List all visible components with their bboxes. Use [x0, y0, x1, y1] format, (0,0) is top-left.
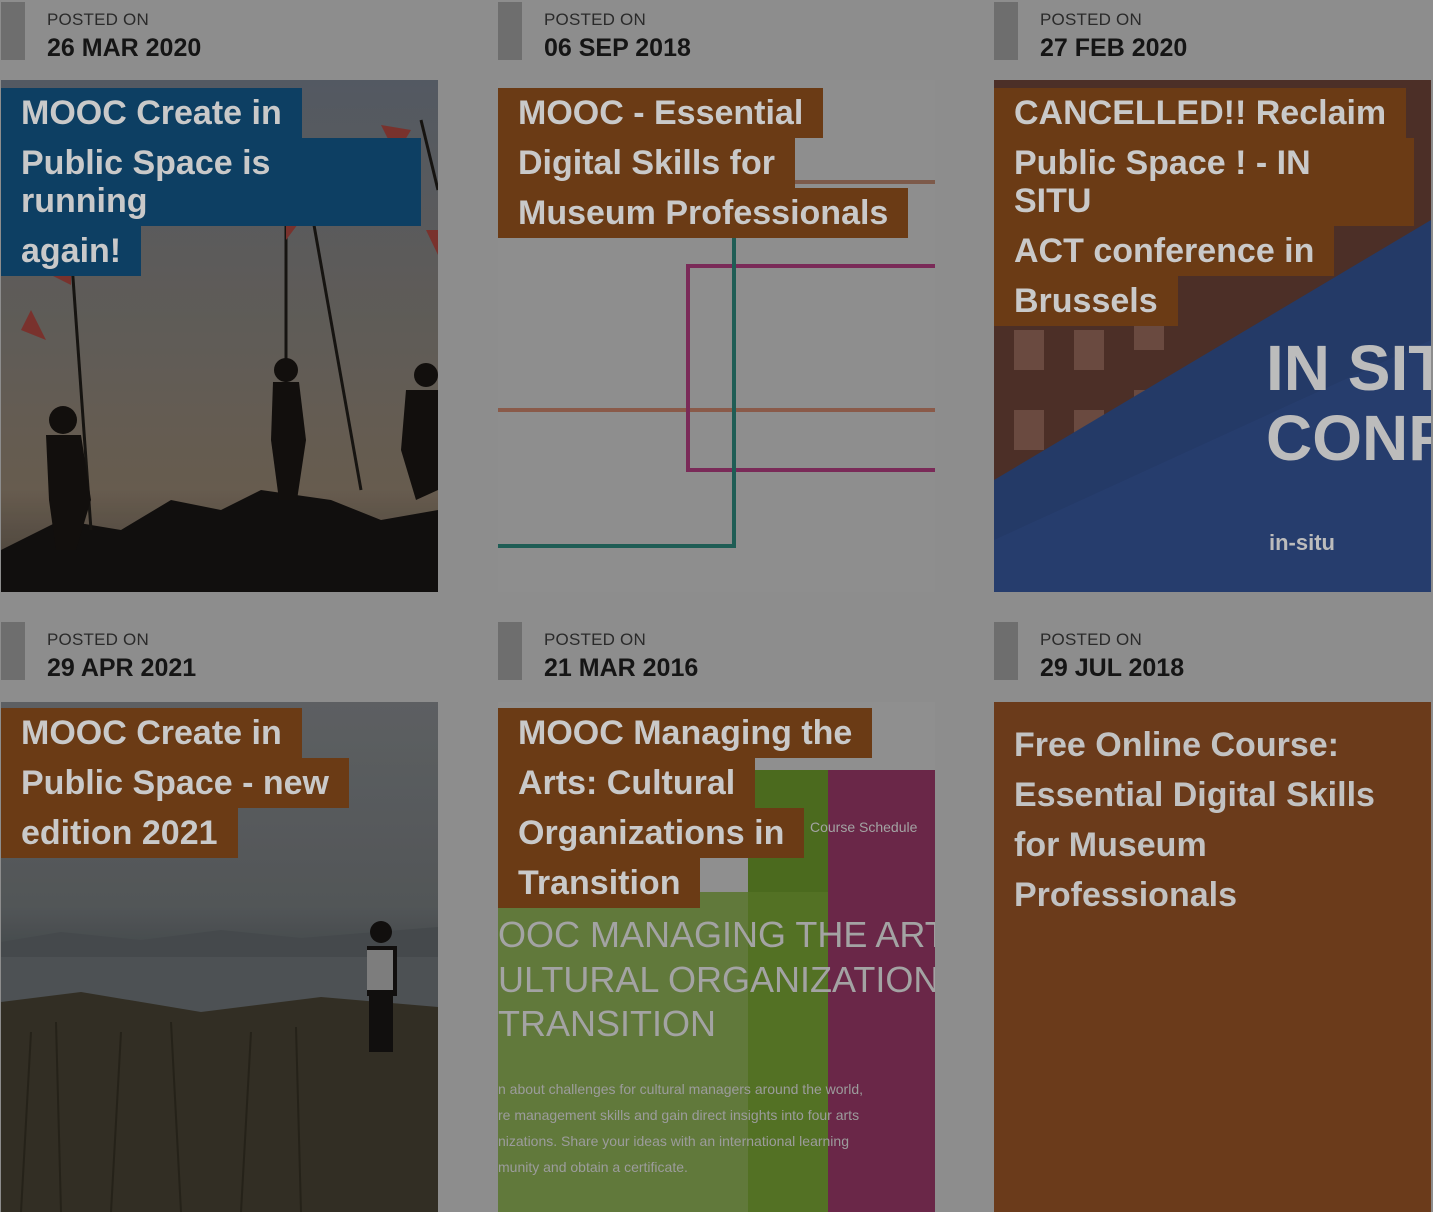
post-title-line: for Museum	[1014, 826, 1207, 864]
image-heading-text: CONF	[1266, 402, 1431, 474]
post-title-line: ACT conference in	[994, 226, 1335, 276]
post-title-line: Public Space is running	[1, 138, 421, 226]
post-title-line: Public Space - new	[1, 758, 349, 808]
post-title[interactable]: MOOC Create in Public Space - new editio…	[1, 708, 421, 858]
image-body-line: n about challenges for cultural managers…	[498, 1081, 863, 1097]
date-accent-bar	[994, 622, 1018, 680]
post-title-line: Digital Skills for	[498, 138, 795, 188]
post-title-line: Essential Digital Skills	[1014, 776, 1375, 814]
image-body-line: munity and obtain a certificate.	[498, 1159, 688, 1175]
post-date: 06 SEP 2018	[544, 34, 691, 62]
posted-on-label: POSTED ON	[47, 630, 149, 649]
post-title-line: MOOC Create in	[1, 708, 302, 758]
post-card[interactable]: POSTED ON 06 SEP 2018 MOOC - Essential D…	[498, 0, 935, 592]
posted-on-label: POSTED ON	[1040, 10, 1142, 29]
post-title-line: Free Online Course:	[1014, 726, 1339, 764]
post-title[interactable]: MOOC Create in Public Space is running a…	[1, 88, 421, 276]
post-card[interactable]: POSTED ON 27 FEB 2020 IN SIT CONF in-sit…	[994, 0, 1431, 592]
post-card[interactable]: POSTED ON 26 MAR 2020 MOOC Create in Pub…	[1, 0, 438, 592]
post-title[interactable]: MOOC - Essential Digital Skills for Muse…	[498, 88, 918, 238]
post-card[interactable]: POSTED ON 29 APR 2021 MOOC Create in Pub…	[1, 620, 438, 1212]
post-card[interactable]: POSTED ON 21 MAR 2016 Course Schedule OO…	[498, 620, 935, 1212]
post-title-line: edition 2021	[1, 808, 238, 858]
post-image[interactable]: Free Online Course: Essential Digital Sk…	[994, 702, 1431, 1212]
post-title-line: Transition	[498, 858, 701, 908]
posted-on-label: POSTED ON	[1040, 630, 1142, 649]
post-title[interactable]: Free Online Course: Essential Digital Sk…	[1014, 720, 1375, 920]
post-title-line: MOOC Managing the	[498, 708, 873, 758]
posted-on-label: POSTED ON	[47, 10, 149, 29]
post-date: 21 MAR 2016	[544, 654, 699, 682]
post-title[interactable]: MOOC Managing the Arts: Cultural Organiz…	[498, 708, 918, 908]
posted-on-label: POSTED ON	[544, 630, 646, 649]
post-date: 27 FEB 2020	[1040, 34, 1188, 62]
date-accent-bar	[498, 622, 522, 680]
image-heading-line: ULTURAL ORGANIZATIONS	[498, 959, 935, 1000]
date-accent-bar	[498, 2, 522, 60]
post-title-line: MOOC Create in	[1, 88, 302, 138]
post-title[interactable]: CANCELLED!! Reclaim Public Space ! - IN …	[994, 88, 1414, 326]
post-title-line: CANCELLED!! Reclaim	[994, 88, 1407, 138]
image-heading-text: IN SIT	[1266, 332, 1431, 404]
date-accent-bar	[1, 2, 25, 60]
post-title-line: Professionals	[1014, 876, 1237, 914]
date-accent-bar	[994, 2, 1018, 60]
post-date: 29 JUL 2018	[1040, 654, 1185, 682]
date-accent-bar	[1, 622, 25, 680]
image-heading-line: TRANSITION	[498, 1003, 716, 1044]
post-title-line: Public Space ! - IN SITU	[994, 138, 1414, 226]
image-body-line: re management skills and gain direct ins…	[498, 1107, 859, 1123]
post-title-line: MOOC - Essential	[498, 88, 824, 138]
post-title-line: Museum Professionals	[498, 188, 909, 238]
post-title-line: Arts: Cultural	[498, 758, 756, 808]
post-date: 26 MAR 2020	[47, 34, 202, 62]
image-heading-line: OOC MANAGING THE ARTS	[498, 914, 935, 955]
image-logo-text: in-situ	[1269, 530, 1335, 555]
image-body-line: nizations. Share your ideas with an inte…	[498, 1133, 849, 1149]
post-title-line: again!	[1, 226, 142, 276]
post-date: 29 APR 2021	[47, 654, 197, 682]
posted-on-label: POSTED ON	[544, 10, 646, 29]
post-card[interactable]: POSTED ON 29 JUL 2018 Free Online Course…	[994, 620, 1431, 1212]
post-title-line: Organizations in	[498, 808, 805, 858]
post-title-line: Brussels	[994, 276, 1178, 326]
